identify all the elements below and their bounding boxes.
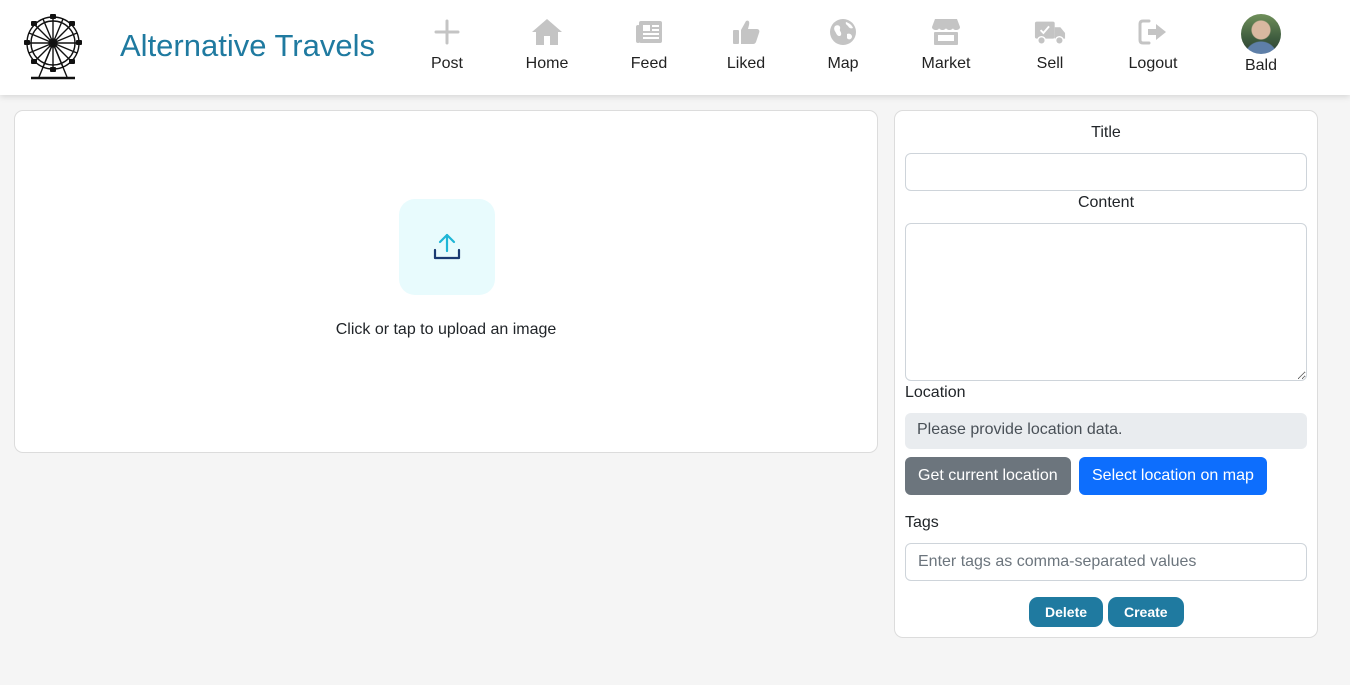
content-label: Content	[1077, 194, 1135, 211]
nav-post[interactable]: Post	[427, 16, 467, 78]
select-location-on-map-button[interactable]: Select location on map	[1079, 457, 1267, 495]
ferris-wheel-logo[interactable]	[21, 13, 85, 81]
nav-profile[interactable]: Bald	[1240, 14, 1282, 78]
location-label: Location	[905, 384, 966, 401]
content-textarea[interactable]	[905, 223, 1307, 381]
nav-label-home: Home	[525, 55, 569, 72]
upload-icon	[433, 233, 461, 260]
nav-map[interactable]: Map	[824, 16, 862, 78]
create-button[interactable]: Create	[1108, 597, 1184, 627]
store-icon	[930, 16, 962, 48]
nav-label-map: Map	[827, 55, 859, 72]
truck-icon	[1034, 16, 1066, 48]
nav-label-market: Market	[921, 55, 971, 72]
avatar	[1241, 14, 1281, 54]
delete-button[interactable]: Delete	[1029, 597, 1104, 627]
nav-logout[interactable]: Logout	[1126, 16, 1180, 78]
title-input[interactable]	[905, 153, 1307, 191]
newspaper-icon	[633, 16, 665, 48]
nav-feed[interactable]: Feed	[628, 16, 670, 78]
tags-label: Tags	[905, 514, 939, 531]
home-icon	[531, 16, 563, 48]
upload-instruction: Click or tap to upload an image	[335, 321, 557, 338]
nav-label-post: Post	[430, 55, 463, 72]
logout-icon	[1137, 16, 1169, 48]
top-navbar: Alternative Travels Post Home Feed Liked…	[0, 0, 1350, 95]
nav-liked[interactable]: Liked	[724, 16, 768, 78]
upload-icon-box	[399, 199, 495, 295]
get-current-location-button[interactable]: Get current location	[905, 457, 1071, 495]
nav-home[interactable]: Home	[522, 16, 572, 78]
nav-label-sell: Sell	[1036, 55, 1064, 72]
tags-input[interactable]	[905, 543, 1307, 581]
thumbs-up-icon	[730, 16, 762, 48]
location-display: Please provide location data.	[905, 413, 1307, 449]
nav-market[interactable]: Market	[918, 16, 974, 78]
post-form: Title Content Location Please provide lo…	[894, 110, 1318, 638]
image-upload-dropzone[interactable]: Click or tap to upload an image	[14, 110, 878, 453]
brand-title[interactable]: Alternative Travels	[120, 28, 375, 64]
title-label: Title	[1091, 124, 1121, 141]
nav-label-profile: Bald	[1244, 57, 1278, 74]
nav-label-liked: Liked	[726, 55, 766, 72]
plus-icon	[431, 16, 463, 48]
nav-label-logout: Logout	[1128, 55, 1178, 72]
nav-sell[interactable]: Sell	[1030, 16, 1070, 78]
nav-label-feed: Feed	[630, 55, 668, 72]
globe-icon	[827, 16, 859, 48]
